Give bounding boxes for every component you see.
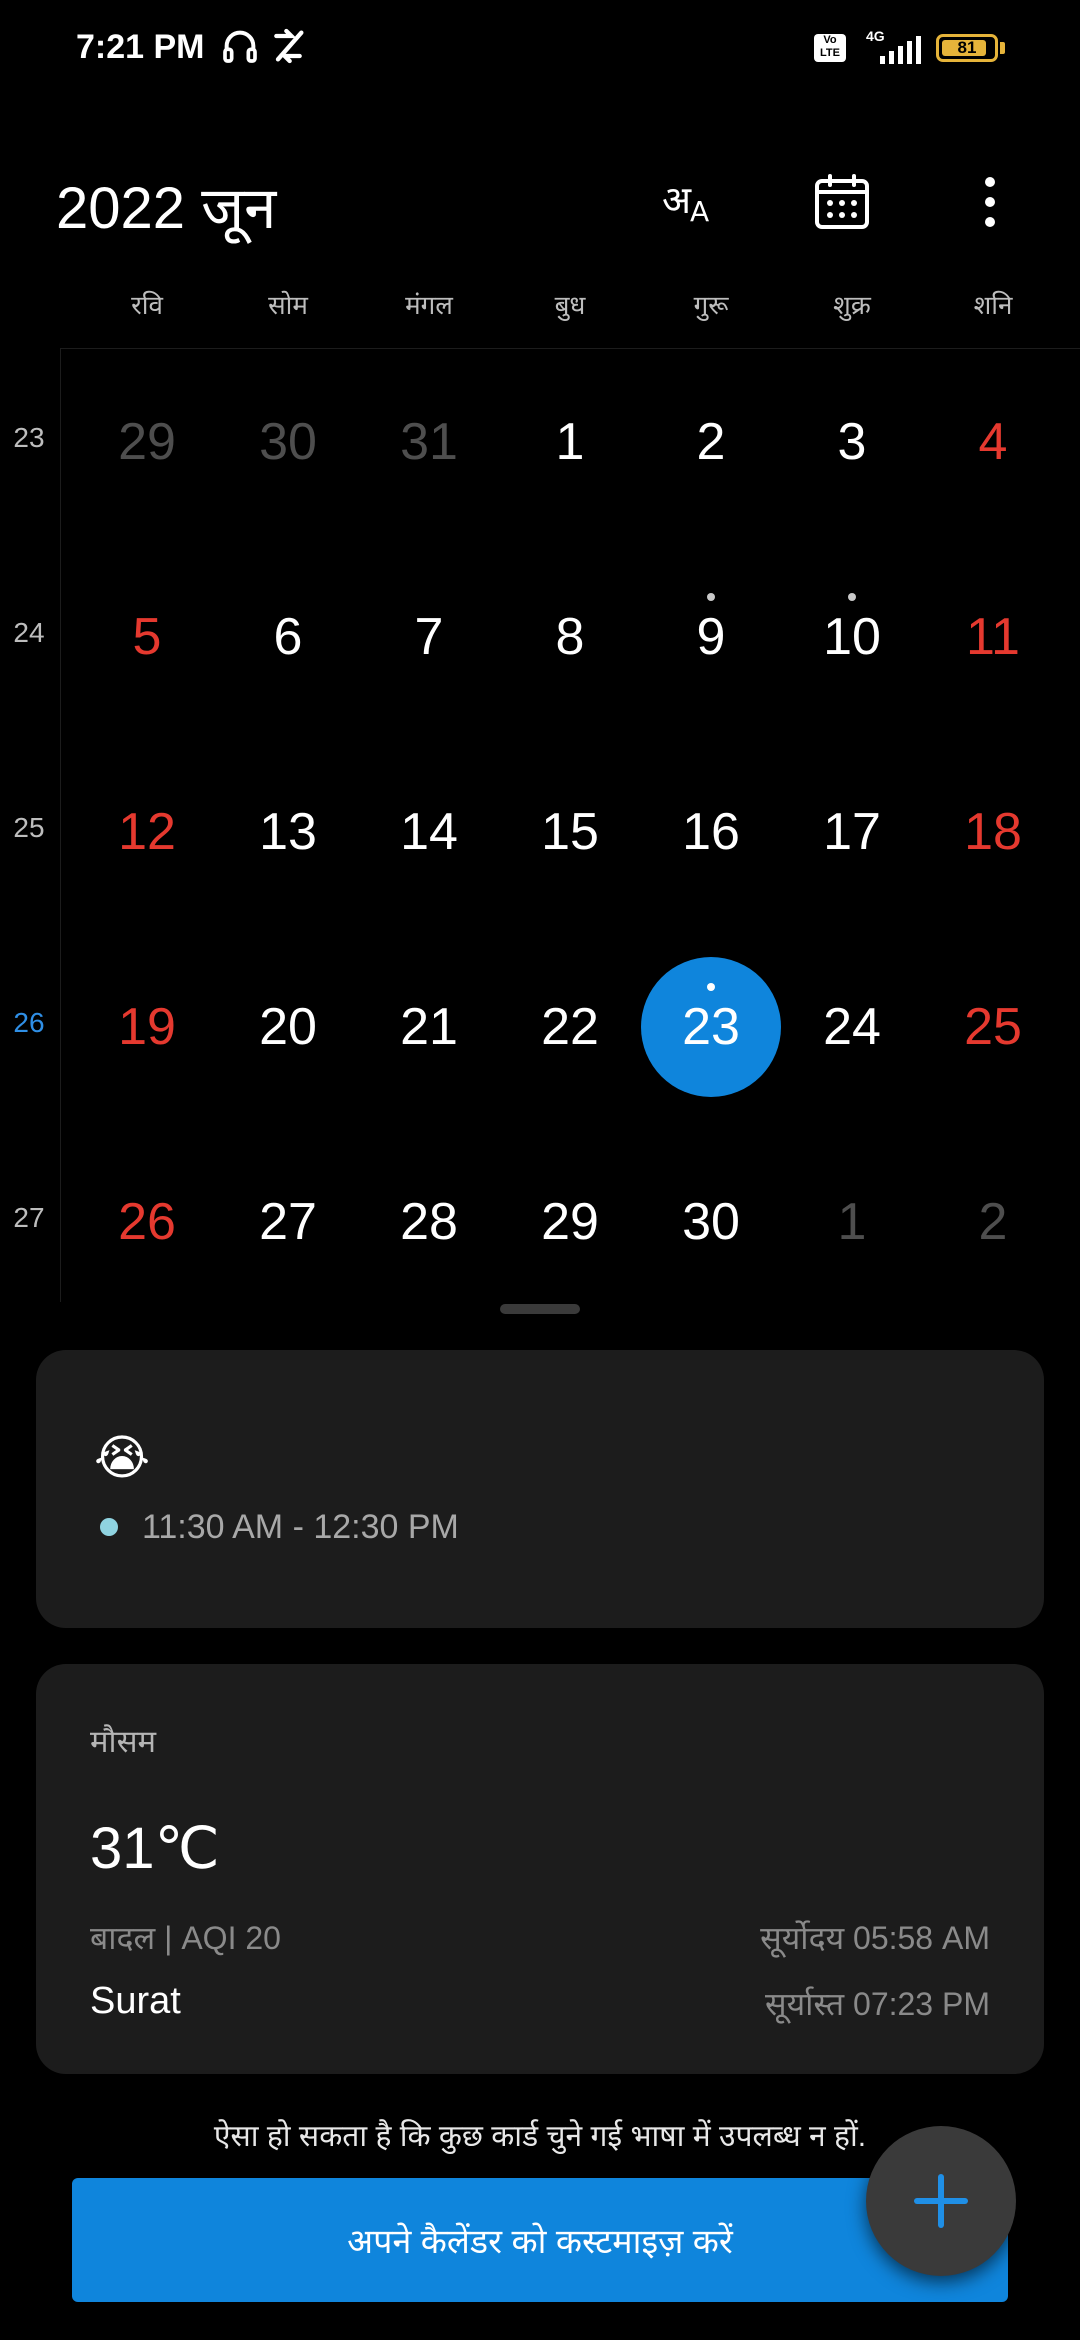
day-cell[interactable]: 2	[923, 1152, 1063, 1292]
day-cell[interactable]: 6	[218, 567, 358, 707]
weather-temperature: 31℃	[90, 1816, 220, 1881]
sunrise-time: सूर्योदय 05:58 AM	[760, 1920, 990, 1956]
calendar-icon	[815, 174, 869, 229]
day-cell[interactable]: 29	[77, 372, 217, 512]
event-time: 11:30 AM - 12:30 PM	[142, 1508, 459, 1546]
event-color-dot	[100, 1518, 118, 1536]
week-number: 27	[13, 1202, 45, 1233]
weekday-thu: गुरू	[693, 290, 729, 320]
day-cell[interactable]: 1	[782, 1152, 922, 1292]
day-cell[interactable]: 19	[77, 957, 217, 1097]
event-dot	[707, 983, 715, 991]
day-cell[interactable]: 28	[359, 1152, 499, 1292]
day-cell[interactable]: 13	[218, 762, 358, 902]
event-title: 😭	[94, 1432, 151, 1485]
more-vert-icon	[985, 177, 995, 227]
day-cell[interactable]: 3	[782, 372, 922, 512]
volte-icon: Vo LTE	[814, 34, 846, 62]
day-cell[interactable]: 10	[782, 567, 922, 707]
headphones-icon	[223, 30, 257, 63]
day-cell[interactable]: 22	[500, 957, 640, 1097]
weather-city: Surat	[90, 1980, 181, 2022]
day-cell[interactable]: 15	[500, 762, 640, 902]
day-cell[interactable]: 18	[923, 762, 1063, 902]
weekday-wed: बुध	[554, 290, 586, 320]
language-icon: अ A	[662, 178, 709, 228]
battery-level: 81	[957, 38, 977, 57]
grid-divider	[60, 348, 61, 1302]
weather-title: मौसम	[90, 1724, 157, 1759]
svg-text:अ: अ	[662, 178, 692, 222]
today-button[interactable]	[808, 168, 876, 236]
event-dot	[707, 593, 715, 601]
event-card[interactable]: 😭 11:30 AM - 12:30 PM	[36, 1350, 1044, 1628]
day-cell[interactable]: 8	[500, 567, 640, 707]
event-dot	[848, 593, 856, 601]
weekday-sun: रवि	[131, 290, 163, 320]
month-title[interactable]: 2022 जून	[56, 166, 276, 245]
day-cell[interactable]: 20	[218, 957, 358, 1097]
signal-icon	[880, 36, 921, 64]
day-cell[interactable]: 11	[923, 567, 1063, 707]
weather-condition: बादल | AQI 20	[90, 1920, 281, 1956]
day-cell[interactable]: 5	[77, 567, 217, 707]
day-cell[interactable]: 30	[641, 1152, 781, 1292]
status-bar: 7:21 PM Vo LTE 4G 81	[0, 0, 1080, 96]
day-cell-selected[interactable]: 23	[641, 957, 781, 1097]
day-cell[interactable]: 30	[218, 372, 358, 512]
plus-icon	[914, 2174, 968, 2228]
day-cell[interactable]: 14	[359, 762, 499, 902]
weekday-tue: मंगल	[405, 290, 453, 320]
svg-text:A: A	[690, 195, 709, 228]
day-cell[interactable]: 25	[923, 957, 1063, 1097]
day-cell[interactable]: 16	[641, 762, 781, 902]
day-cell[interactable]: 9	[641, 567, 781, 707]
day-cell[interactable]: 29	[500, 1152, 640, 1292]
day-cell[interactable]: 4	[923, 372, 1063, 512]
weather-card[interactable]: मौसम 31℃ बादल | AQI 20 Surat सूर्योदय 05…	[36, 1664, 1044, 2074]
week-number-current: 26	[13, 1007, 45, 1038]
weekday-mon: सोम	[268, 290, 308, 320]
sync-off-icon	[274, 28, 304, 64]
more-options-button[interactable]	[956, 168, 1024, 236]
battery-icon: 81	[936, 34, 998, 62]
day-cell[interactable]: 21	[359, 957, 499, 1097]
grid-divider	[60, 348, 1080, 349]
day-cell[interactable]: 1	[500, 372, 640, 512]
weekday-sat: शनि	[973, 290, 1013, 320]
sunset-time: सूर्यास्त 07:23 PM	[764, 1986, 990, 2022]
language-button[interactable]: अ A	[658, 168, 726, 236]
day-cell[interactable]: 26	[77, 1152, 217, 1292]
day-cell[interactable]: 27	[218, 1152, 358, 1292]
day-cell[interactable]: 17	[782, 762, 922, 902]
drag-handle[interactable]	[500, 1304, 580, 1314]
week-number: 23	[13, 422, 45, 453]
day-cell[interactable]: 24	[782, 957, 922, 1097]
day-cell[interactable]: 2	[641, 372, 781, 512]
week-number: 24	[13, 617, 45, 648]
add-event-button[interactable]	[866, 2126, 1016, 2276]
weekday-fri: शुक्र	[833, 290, 871, 320]
week-number: 25	[13, 812, 45, 843]
day-cell[interactable]: 31	[359, 372, 499, 512]
day-cell[interactable]: 7	[359, 567, 499, 707]
day-cell[interactable]: 12	[77, 762, 217, 902]
status-time: 7:21 PM	[76, 28, 205, 66]
